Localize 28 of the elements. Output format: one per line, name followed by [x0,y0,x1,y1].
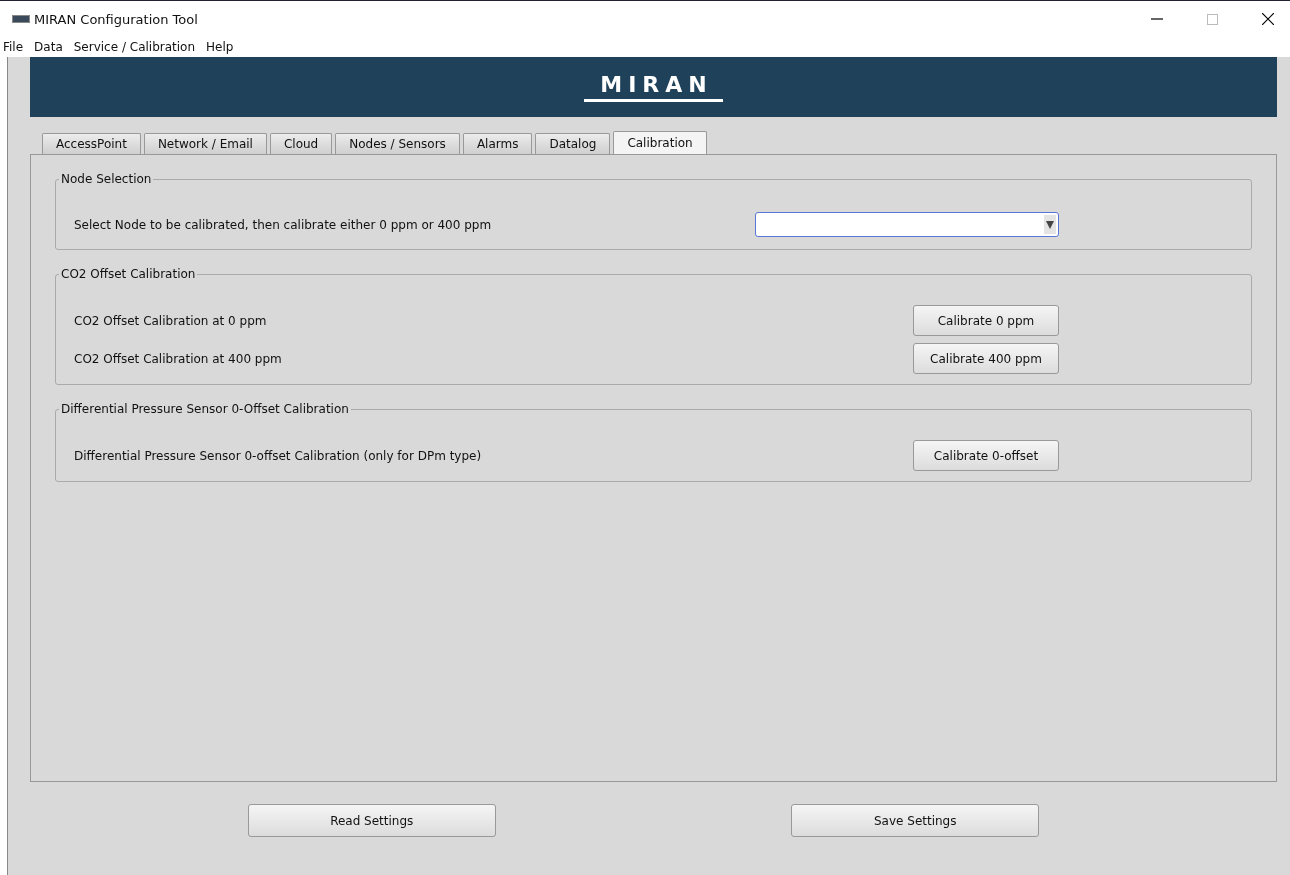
calibrate-button[interactable]: Calibrate 0 ppm [913,305,1059,336]
tab[interactable]: Cloud [269,133,333,154]
calibrate-button[interactable]: Calibrate 400 ppm [913,343,1059,374]
group-title: Differential Pressure Sensor 0-Offset Calibration [59,402,351,416]
field-label: Differential Pressure Sensor 0-offset Calibration (only for DPm type) [74,448,482,463]
window-title: MIRAN Configuration Tool [34,11,199,27]
menu-item[interactable]: File [2,40,25,54]
tab[interactable]: Calibration [613,131,707,154]
tab[interactable]: Network / Email [143,133,267,154]
field-label: CO2 Offset Calibration at 0 ppm [74,313,267,328]
group-title: Node Selection [59,172,154,186]
tab[interactable]: Datalog [535,133,611,154]
settings-button[interactable]: Save Settings [791,804,1040,837]
app-icon [12,15,30,23]
logo: MIRAN [584,72,723,102]
settings-button[interactable]: Read Settings [247,804,496,837]
menu-item[interactable]: Help [205,40,235,54]
node-dropdown[interactable] [755,212,1059,237]
field-label: CO2 Offset Calibration at 400 ppm [74,351,282,366]
menu-item[interactable]: Data [33,40,64,54]
menu-item[interactable]: Service / Calibration [72,40,197,54]
close-icon[interactable] [1262,13,1274,25]
calibrate-button[interactable]: Calibrate 0-offset [913,440,1059,471]
tab[interactable]: Nodes / Sensors [335,133,460,154]
field-label: Select Node to be calibrated, then calibrate either 0 ppm or 400 ppm [74,217,492,232]
tab[interactable]: AccessPoint [42,133,141,154]
tab[interactable]: Alarms [462,133,533,154]
group-title: CO2 Offset Calibration [59,267,198,281]
